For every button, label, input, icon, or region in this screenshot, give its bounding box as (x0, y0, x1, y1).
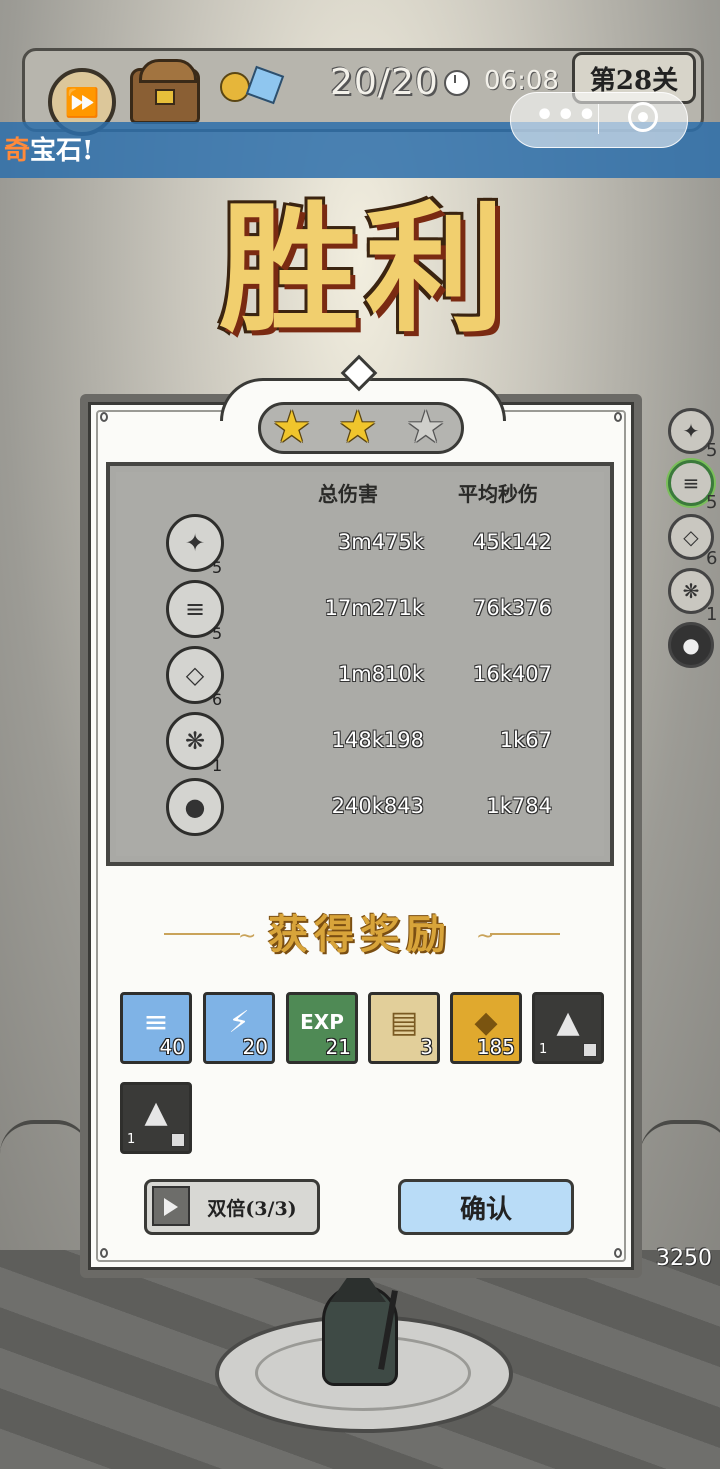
banner-message: 宝石! (30, 136, 94, 166)
star-icon-filled: ★ (272, 402, 312, 453)
reward-count: 21 (325, 1035, 351, 1059)
skill-level: 1 (212, 756, 223, 775)
side-skill-1-count: 5 (706, 440, 718, 461)
title-deco-right (490, 933, 560, 935)
bolt-decoration (100, 1248, 108, 1258)
star-icon-empty: ★ (406, 402, 446, 453)
clock-hand (454, 75, 456, 83)
avg-dps-value: 16k407 (473, 662, 552, 686)
item-corner-icon (171, 1133, 185, 1147)
score-counter: 3250 (656, 1246, 712, 1271)
clock-icon (444, 70, 470, 96)
coin-icon (220, 72, 250, 102)
reward-count: 40 (159, 1035, 185, 1059)
avg-dps-value: 76k376 (473, 596, 552, 620)
item-corner-icon (583, 1043, 597, 1057)
skill-level: 5 (212, 624, 223, 643)
reward-count: 3 (420, 1035, 433, 1059)
avg-dps-value: 1k784 (486, 794, 552, 818)
bolt-decoration (614, 1248, 622, 1258)
bolt-decoration (614, 412, 622, 422)
ink-splash-icon: ✦ (682, 419, 700, 443)
play-icon (164, 1198, 178, 1216)
chest-lock (155, 89, 175, 105)
side-skill-4-count: 1 (706, 604, 718, 625)
avg-dps-value: 1k67 (499, 728, 552, 752)
ink-drop-icon: ● (166, 778, 224, 836)
reward-count: 1 (127, 1132, 136, 1147)
ink-drop-icon: ● (682, 633, 700, 657)
confirm-button[interactable]: 确认 (398, 1179, 574, 1235)
crystal-cluster-icon: ❋ (682, 579, 700, 603)
banner-highlight: 奇 (4, 136, 31, 166)
reward-count: 1 (539, 1042, 548, 1057)
reward-count: 185 (476, 1035, 515, 1059)
crystal-shard-icon: ◇ (683, 525, 699, 549)
treasure-chest-icon (139, 59, 197, 83)
side-skill-3-count: 6 (706, 548, 718, 569)
header-total-damage: 总伤害 (318, 482, 378, 506)
target-dot (638, 112, 648, 122)
banner-text: 奇宝石! (4, 130, 93, 167)
reward-item-1[interactable]: ≡ 40 (120, 992, 192, 1064)
reward-item-3[interactable]: EXP 21 (286, 992, 358, 1064)
header-avg-dps: 平均秒伤 (458, 482, 538, 506)
reward-count: 20 (242, 1035, 268, 1059)
skill-level: 5 (212, 558, 223, 577)
skill-level: 6 (212, 690, 223, 709)
side-skill-5: ● (668, 622, 714, 668)
fast-forward-icon: ⏩ (64, 85, 100, 119)
tornado-icon: ≡ (682, 471, 700, 495)
bolt-decoration (100, 412, 108, 422)
reward-item-7[interactable]: ▲ 1 (120, 1082, 192, 1154)
reward-item-4[interactable]: ▤ 3 (368, 992, 440, 1064)
resource-count: 20/20 (330, 62, 439, 103)
title-curl-right: ~ (476, 924, 495, 949)
more-icon[interactable]: ••• (535, 101, 597, 134)
capsule-divider (598, 104, 599, 134)
victory-title: 胜利 (218, 188, 511, 352)
confirm-label: 确认 (459, 1194, 512, 1225)
stone-icon: ▲ (144, 1094, 168, 1130)
reward-item-5[interactable]: ◆ 185 (450, 992, 522, 1064)
treasure-chest-button[interactable] (130, 59, 200, 124)
side-skill-2-count: 5 (706, 492, 718, 513)
double-reward-label: 双倍(3/3) (207, 1197, 297, 1220)
star-icon-filled: ★ (338, 402, 378, 453)
reward-item-2[interactable]: ⚡ 20 (203, 992, 275, 1064)
stone-icon: ▲ (556, 1004, 580, 1040)
rewards-title: 获得奖励 (268, 911, 452, 958)
avg-dps-value: 45k142 (473, 530, 552, 554)
reward-item-6[interactable]: ▲ 1 (532, 992, 604, 1064)
